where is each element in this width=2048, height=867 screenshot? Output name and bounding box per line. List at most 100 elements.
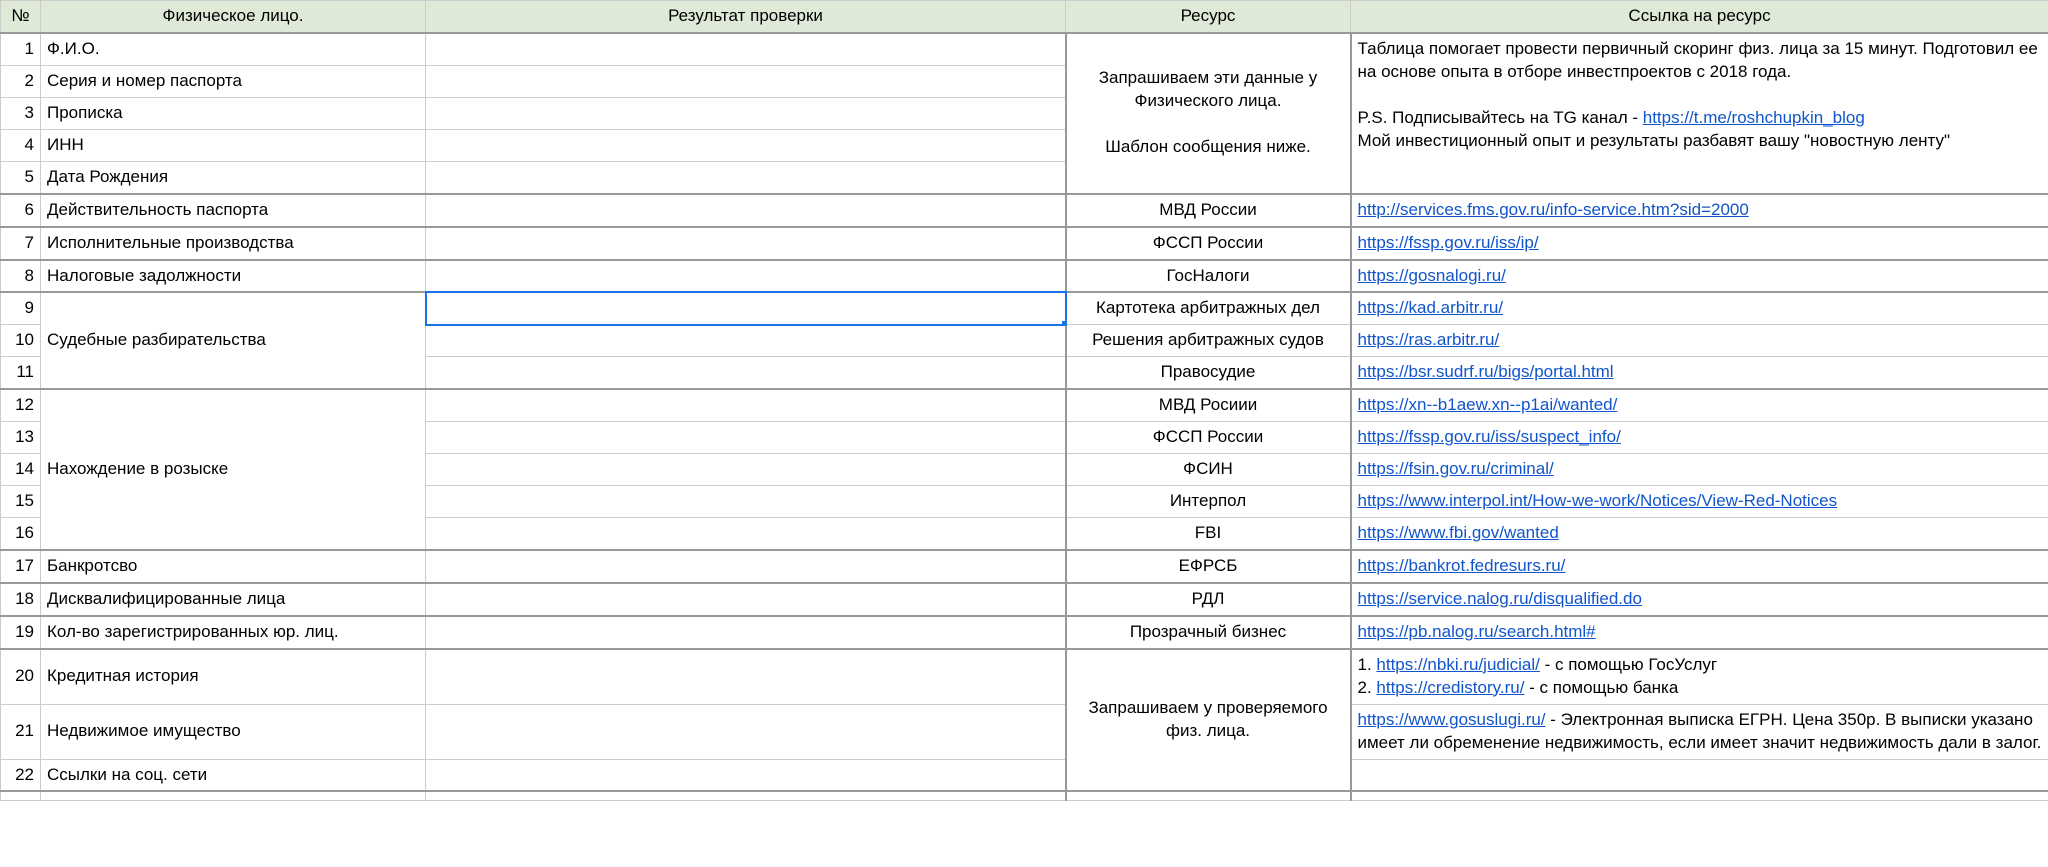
cell-result[interactable] <box>426 227 1066 260</box>
cell-result[interactable] <box>426 422 1066 454</box>
cell-resource[interactable]: МВД Росиии <box>1066 389 1351 421</box>
link[interactable]: https://fsin.gov.ru/criminal/ <box>1358 459 1554 478</box>
selected-cell[interactable] <box>426 292 1066 324</box>
link[interactable]: https://xn--b1aew.xn--p1ai/wanted/ <box>1358 395 1618 414</box>
cell-result[interactable] <box>426 486 1066 518</box>
cell-result[interactable] <box>426 518 1066 550</box>
cell-intro[interactable]: Таблица помогает провести первичный скор… <box>1351 33 2048 194</box>
cell-result[interactable] <box>426 616 1066 649</box>
cell-result[interactable] <box>426 65 1066 97</box>
cell-resource[interactable]: ФСИН <box>1066 454 1351 486</box>
cell-link[interactable]: https://fssp.gov.ru/iss/suspect_info/ <box>1351 422 2048 454</box>
cell-result[interactable] <box>426 260 1066 293</box>
cell[interactable] <box>41 791 426 801</box>
cell-result[interactable] <box>426 583 1066 616</box>
cell-link[interactable]: https://bankrot.fedresurs.ru/ <box>1351 550 2048 583</box>
cell-resource[interactable]: Решения арбитражных судов <box>1066 325 1351 357</box>
link[interactable]: https://pb.nalog.ru/search.html# <box>1358 622 1596 641</box>
cell-resource-group1[interactable]: Запрашиваем эти данные у Физического лиц… <box>1066 33 1351 194</box>
cell-result[interactable] <box>426 550 1066 583</box>
cell[interactable]: Дата Рождения <box>41 161 426 193</box>
cell[interactable]: Исполнительные производства <box>41 227 426 260</box>
cell[interactable]: Прописка <box>41 97 426 129</box>
link[interactable]: https://service.nalog.ru/disqualified.do <box>1358 589 1642 608</box>
cell-resource[interactable]: FBI <box>1066 518 1351 550</box>
intro-link[interactable]: https://t.me/roshchupkin_blog <box>1643 108 1865 127</box>
cell-resource-group20[interactable]: Запрашиваем у проверяемого физ. лица. <box>1066 649 1351 792</box>
cell[interactable]: Серия и номер паспорта <box>41 65 426 97</box>
cell-link[interactable]: https://kad.arbitr.ru/ <box>1351 292 2048 324</box>
link[interactable]: https://www.fbi.gov/wanted <box>1358 523 1559 542</box>
link[interactable]: https://gosnalogi.ru/ <box>1358 266 1506 285</box>
link[interactable]: https://bsr.sudrf.ru/bigs/portal.html <box>1358 362 1614 381</box>
cell-link[interactable]: https://bsr.sudrf.ru/bigs/portal.html <box>1351 357 2048 389</box>
row-num: 8 <box>1 260 41 293</box>
cell[interactable]: Судебные разбирательства <box>41 292 426 389</box>
cell-credit[interactable]: 1. https://nbki.ru/judicial/ - с помощью… <box>1351 649 2048 704</box>
cell[interactable]: Банкротсво <box>41 550 426 583</box>
cell-resource[interactable]: МВД России <box>1066 194 1351 227</box>
table-row: 18 Дисквалифицированные лица РДЛ https:/… <box>1 583 2048 616</box>
realestate-link[interactable]: https://www.gosuslugi.ru/ <box>1358 710 1546 729</box>
cell-result[interactable] <box>426 97 1066 129</box>
cell[interactable]: Нахождение в розыске <box>41 389 426 550</box>
cell[interactable] <box>1066 791 1351 801</box>
link[interactable]: http://services.fms.gov.ru/info-service.… <box>1358 200 1749 219</box>
cell-link[interactable]: https://service.nalog.ru/disqualified.do <box>1351 583 2048 616</box>
cell[interactable] <box>1351 791 2048 801</box>
cell-resource[interactable]: РДЛ <box>1066 583 1351 616</box>
cell-fio[interactable]: Ф.И.О. <box>41 33 426 65</box>
cell-link[interactable]: https://gosnalogi.ru/ <box>1351 260 2048 293</box>
cell[interactable]: Действительность паспорта <box>41 194 426 227</box>
cell[interactable]: Кол-во зарегистрированных юр. лиц. <box>41 616 426 649</box>
cell[interactable]: ИНН <box>41 129 426 161</box>
link[interactable]: https://fssp.gov.ru/iss/ip/ <box>1358 233 1539 252</box>
cell-resource[interactable]: Интерпол <box>1066 486 1351 518</box>
credit-link2[interactable]: https://credistory.ru/ <box>1376 678 1524 697</box>
cell-link[interactable]: https://ras.arbitr.ru/ <box>1351 325 2048 357</box>
cell-link[interactable]: https://pb.nalog.ru/search.html# <box>1351 616 2048 649</box>
row-num: 9 <box>1 292 41 324</box>
cell-result[interactable] <box>426 33 1066 65</box>
cell-resource[interactable]: Картотека арбитражных дел <box>1066 292 1351 324</box>
cell-link[interactable] <box>1351 759 2048 791</box>
cell-result[interactable] <box>426 129 1066 161</box>
cell-resource[interactable]: ЕФРСБ <box>1066 550 1351 583</box>
cell-result[interactable] <box>426 161 1066 193</box>
cell-link[interactable]: https://xn--b1aew.xn--p1ai/wanted/ <box>1351 389 2048 421</box>
link[interactable]: https://fssp.gov.ru/iss/suspect_info/ <box>1358 427 1621 446</box>
cell-link[interactable]: https://www.interpol.int/How-we-work/Not… <box>1351 486 2048 518</box>
cell-result[interactable] <box>426 194 1066 227</box>
cell[interactable]: Кредитная история <box>41 649 426 704</box>
cell-resource[interactable]: Правосудие <box>1066 357 1351 389</box>
cell-link[interactable]: https://fssp.gov.ru/iss/ip/ <box>1351 227 2048 260</box>
cell-link[interactable]: http://services.fms.gov.ru/info-service.… <box>1351 194 2048 227</box>
link[interactable]: https://www.interpol.int/How-we-work/Not… <box>1358 491 1838 510</box>
cell-result[interactable] <box>426 759 1066 791</box>
credit-p2: 2. <box>1358 678 1377 697</box>
link[interactable]: https://bankrot.fedresurs.ru/ <box>1358 556 1566 575</box>
cell-result[interactable] <box>426 704 1066 759</box>
link[interactable]: https://ras.arbitr.ru/ <box>1358 330 1500 349</box>
cell[interactable] <box>426 791 1066 801</box>
cell-resource[interactable]: ФССП России <box>1066 422 1351 454</box>
cell-link[interactable]: https://www.fbi.gov/wanted <box>1351 518 2048 550</box>
cell[interactable]: Ссылки на соц. сети <box>41 759 426 791</box>
cell-resource[interactable]: ФССП России <box>1066 227 1351 260</box>
cell-resource[interactable]: ГосНалоги <box>1066 260 1351 293</box>
cell[interactable]: Дисквалифицированные лица <box>41 583 426 616</box>
cell[interactable]: Налоговые задолжности <box>41 260 426 293</box>
cell-link[interactable]: https://fsin.gov.ru/criminal/ <box>1351 454 2048 486</box>
cell-result[interactable] <box>426 357 1066 389</box>
cell-result[interactable] <box>426 454 1066 486</box>
link[interactable]: https://kad.arbitr.ru/ <box>1358 298 1504 317</box>
cell-result[interactable] <box>426 389 1066 421</box>
cell-realestate[interactable]: https://www.gosuslugi.ru/ - Электронная … <box>1351 704 2048 759</box>
row-num <box>1 791 41 801</box>
row-num: 22 <box>1 759 41 791</box>
cell-result[interactable] <box>426 325 1066 357</box>
credit-link1[interactable]: https://nbki.ru/judicial/ <box>1376 655 1539 674</box>
cell[interactable]: Недвижимое имущество <box>41 704 426 759</box>
cell-result[interactable] <box>426 649 1066 704</box>
cell-resource[interactable]: Прозрачный бизнес <box>1066 616 1351 649</box>
